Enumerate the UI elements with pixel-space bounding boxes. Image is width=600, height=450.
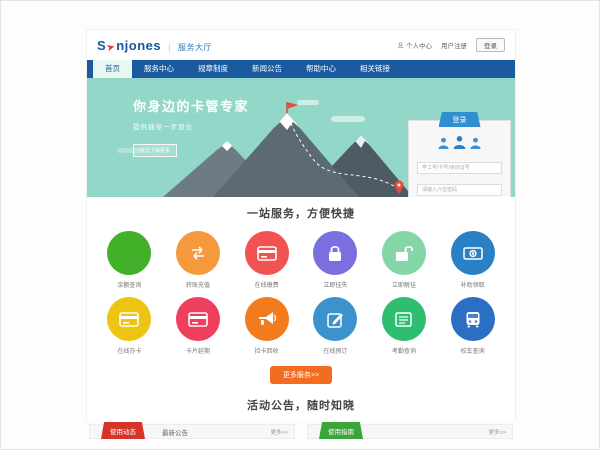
service-balance-query[interactable]: ¥ 余额查询 bbox=[95, 231, 164, 289]
edit-pencil-icon bbox=[327, 311, 344, 328]
service-circle bbox=[176, 297, 220, 341]
service-circle bbox=[245, 231, 289, 275]
megaphone-icon bbox=[257, 311, 276, 327]
hero-cta-button[interactable]: 点击了解更多 bbox=[133, 144, 177, 157]
announcements-section: 活动公告，随时知晓 使用动态 最新公告 更多>> 使用指南 更多>> bbox=[87, 397, 515, 439]
more-services-button[interactable]: 更多服务>> bbox=[270, 366, 332, 384]
hero-text-block: 你身边的卡管专家 提供捷径一步到位 点击了解更多 bbox=[133, 96, 249, 157]
logo-rest: njones bbox=[116, 38, 161, 53]
register-link[interactable]: 用户注册 bbox=[441, 40, 467, 50]
user-icon bbox=[437, 137, 450, 149]
service-transfer-recharge[interactable]: 转账充值 bbox=[164, 231, 233, 289]
header-login-button[interactable]: 登录 bbox=[476, 38, 505, 52]
service-card-renewal[interactable]: 卡片延期 bbox=[164, 297, 233, 355]
service-subsidy-collect[interactable]: ¥ 补助领取 bbox=[438, 231, 507, 289]
nav-item-rules[interactable]: 规章制度 bbox=[186, 60, 240, 78]
guide-panel-header: 使用指南 更多>> bbox=[307, 424, 513, 439]
hero-title: 你身边的卡管专家 bbox=[133, 96, 249, 115]
password-input[interactable] bbox=[417, 184, 502, 196]
user-icon bbox=[469, 137, 482, 149]
main-nav: 首页 服务中心 规章制度 新闻公告 帮助中心 相关链接 bbox=[87, 60, 515, 78]
service-circle bbox=[382, 231, 426, 275]
credit-card-icon bbox=[119, 312, 139, 327]
service-card-pickup[interactable]: 捡卡回收 bbox=[232, 297, 301, 355]
service-circle bbox=[313, 297, 357, 341]
lock-open-icon bbox=[395, 245, 413, 262]
service-circle: ¥ bbox=[107, 231, 151, 275]
tab-usage-news[interactable]: 使用动态 bbox=[101, 422, 145, 439]
user-icon bbox=[452, 135, 467, 149]
login-tab[interactable]: 登录 bbox=[439, 112, 481, 127]
service-circle bbox=[313, 231, 357, 275]
service-cancel-loss[interactable]: 立即解挂 bbox=[370, 231, 439, 289]
news-more-link[interactable]: 更多>> bbox=[271, 428, 288, 436]
service-circle bbox=[451, 297, 495, 341]
synjones-logo[interactable]: S➤njones | 服务大厅 bbox=[97, 38, 212, 53]
top-header: S➤njones | 服务大厅 个人中心 用户注册 登录 bbox=[87, 30, 515, 60]
personal-center-link[interactable]: 个人中心 bbox=[397, 40, 432, 50]
tab-usage-guide[interactable]: 使用指南 bbox=[319, 422, 363, 439]
logo-s: S bbox=[97, 38, 106, 53]
service-hall-page: S➤njones | 服务大厅 个人中心 用户注册 登录 首页 服务中心 规章制… bbox=[86, 29, 516, 421]
service-online-card-apply[interactable]: 在线办卡 bbox=[95, 297, 164, 355]
person-icon bbox=[397, 42, 404, 49]
nav-item-news[interactable]: 新闻公告 bbox=[240, 60, 294, 78]
service-circle bbox=[107, 297, 151, 341]
news-panel-header: 使用动态 最新公告 更多>> bbox=[89, 424, 295, 439]
transfer-arrows-icon bbox=[188, 246, 208, 260]
header-links: 个人中心 用户注册 登录 bbox=[397, 38, 505, 52]
account-input[interactable] bbox=[417, 162, 502, 174]
hero-banner: 你身边的卡管专家 提供捷径一步到位 点击了解更多 登录 记住用户名 | 忘记密码 bbox=[87, 78, 515, 197]
service-attendance-query[interactable]: 考勤查询 bbox=[370, 297, 439, 355]
guide-panel: 使用指南 更多>> bbox=[307, 424, 513, 439]
services-grid: ¥ 余额查询 转账充值 在线缴费 立即挂失 bbox=[87, 231, 515, 355]
services-section: 一站服务，方便快捷 ¥ 余额查询 转账充值 在线缴费 bbox=[87, 197, 515, 384]
bus-icon bbox=[465, 311, 481, 328]
service-circle bbox=[176, 231, 220, 275]
nav-item-service-center[interactable]: 服务中心 bbox=[132, 60, 186, 78]
tab-latest-announcements[interactable]: 最新公告 bbox=[162, 427, 188, 437]
service-school-bus-query[interactable]: 校车查询 bbox=[438, 297, 507, 355]
credit-card-icon bbox=[257, 246, 277, 261]
credit-card-icon bbox=[188, 312, 208, 327]
service-circle bbox=[382, 297, 426, 341]
service-online-booking[interactable]: 在线预订 bbox=[301, 297, 370, 355]
service-circle: ¥ bbox=[451, 231, 495, 275]
guide-more-link[interactable]: 更多>> bbox=[489, 428, 506, 436]
service-circle bbox=[245, 297, 289, 341]
nav-item-help[interactable]: 帮助中心 bbox=[294, 60, 348, 78]
user-avatars bbox=[417, 135, 502, 149]
login-panel: 登录 记住用户名 | 忘记密码 cyp 换一张 登录 bbox=[408, 120, 511, 197]
lock-closed-icon bbox=[328, 245, 342, 262]
site-name: 服务大厅 bbox=[178, 42, 212, 53]
logo-divider: | bbox=[168, 42, 171, 52]
service-online-payment[interactable]: 在线缴费 bbox=[232, 231, 301, 289]
logo-arrow-icon: ➤ bbox=[106, 41, 117, 54]
banknote-icon: ¥ bbox=[463, 247, 483, 260]
services-title: 一站服务，方便快捷 bbox=[87, 205, 515, 221]
nav-item-home[interactable]: 首页 bbox=[93, 60, 132, 78]
announcements-title: 活动公告，随时知晓 bbox=[87, 397, 515, 413]
service-report-loss[interactable]: 立即挂失 bbox=[301, 231, 370, 289]
announcement-panels: 使用动态 最新公告 更多>> 使用指南 更多>> bbox=[87, 424, 515, 439]
screenshot-frame: S➤njones | 服务大厅 个人中心 用户注册 登录 首页 服务中心 规章制… bbox=[0, 0, 600, 450]
nav-item-links[interactable]: 相关链接 bbox=[348, 60, 402, 78]
list-icon bbox=[395, 312, 412, 327]
yen-icon: ¥ bbox=[125, 245, 134, 262]
news-panel: 使用动态 最新公告 更多>> bbox=[89, 424, 295, 439]
hero-subtitle: 提供捷径一步到位 bbox=[133, 121, 249, 131]
